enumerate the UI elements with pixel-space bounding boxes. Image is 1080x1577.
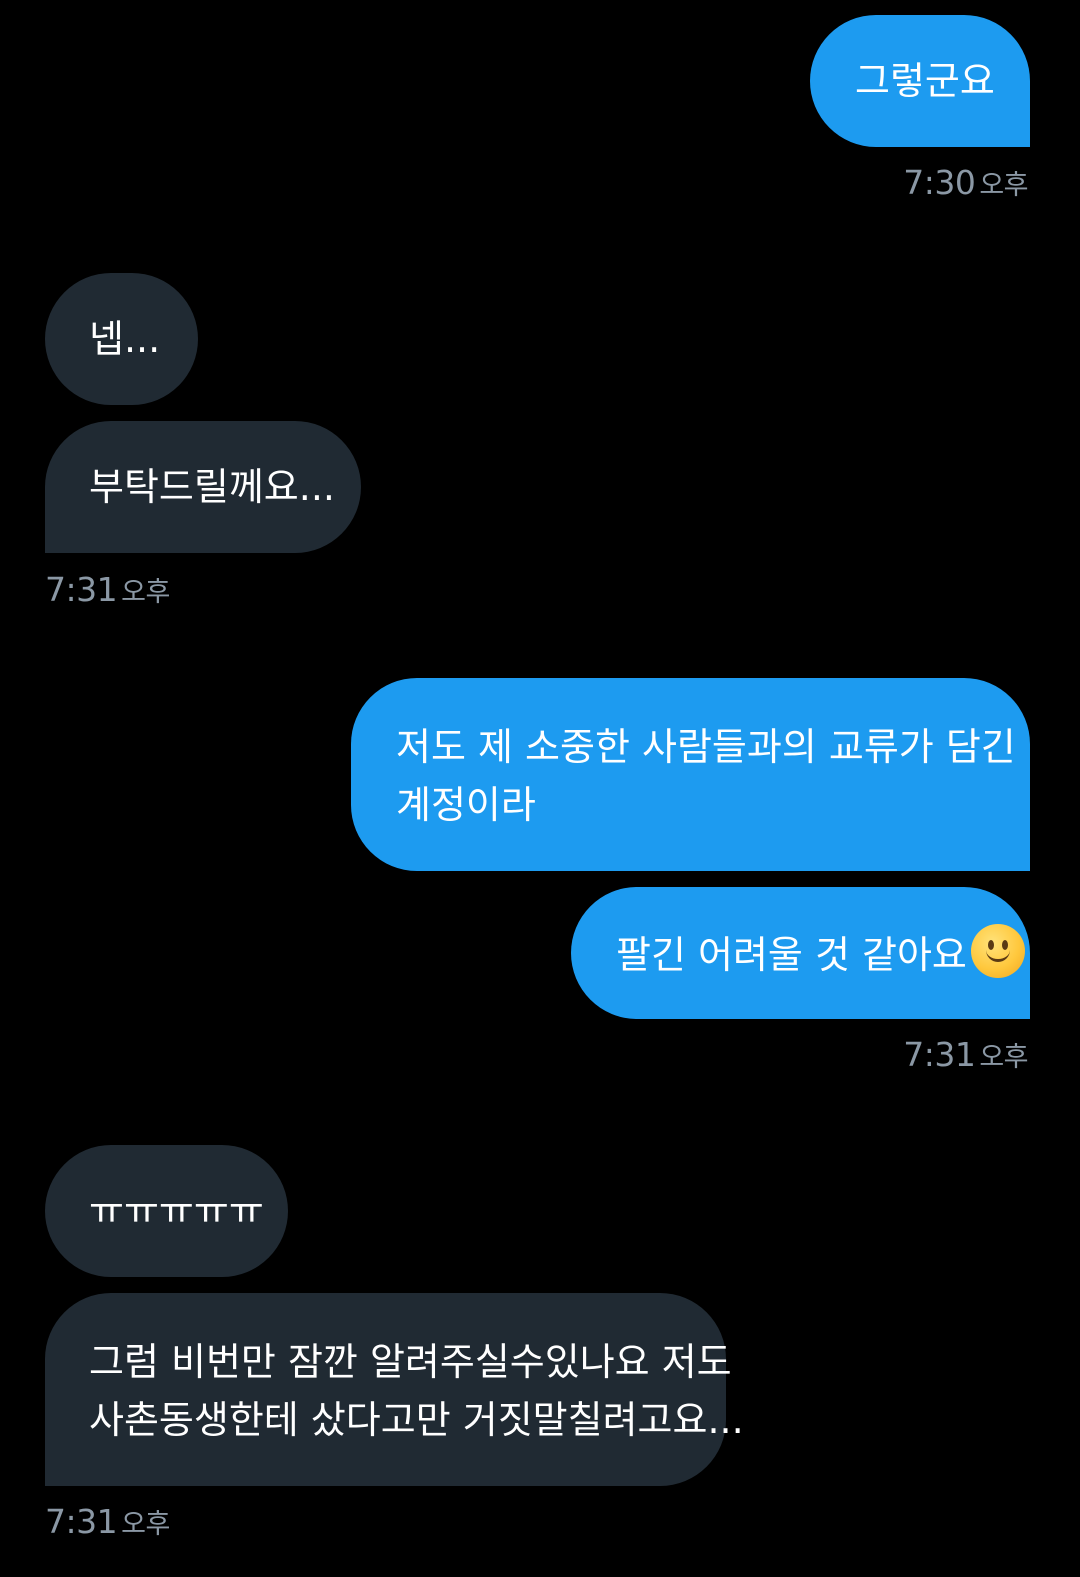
timestamp-ampm: 오후 <box>979 1042 1028 1073</box>
timestamp-time: 7:30 <box>903 163 976 202</box>
message-timestamp: 7:31 오후 <box>903 1035 1028 1074</box>
message-timestamp: 7:30 오후 <box>903 163 1028 202</box>
received-message-bubble[interactable]: 넵... <box>45 273 198 405</box>
message-text-content: 팔긴 어려울 것 같아요 <box>616 933 967 977</box>
message-timestamp: 7:31 오후 <box>45 1502 170 1541</box>
timestamp-ampm: 오후 <box>979 170 1028 201</box>
sent-message-bubble[interactable]: 그렇군요 <box>810 15 1030 147</box>
received-message-bubble[interactable]: 부탁드릴께요... <box>45 421 361 553</box>
message-text: 부탁드릴께요... <box>89 465 335 509</box>
sent-message-bubble[interactable]: 팔긴 어려울 것 같아요 <box>571 887 1030 1019</box>
sent-message-bubble[interactable]: 저도 제 소중한 사람들과의 교류가 담긴 계정이라 <box>351 678 1030 871</box>
message-line: 저도 제 소중한 사람들과의 교류가 담긴 <box>396 725 1016 769</box>
message-text: ㅠㅠㅠㅠㅠ <box>89 1189 264 1233</box>
timestamp-ampm: 오후 <box>121 577 170 608</box>
timestamp-time: 7:31 <box>45 1502 118 1541</box>
slightly-smiling-face-icon <box>970 924 1025 978</box>
message-text: 팔긴 어려울 것 같아요 <box>616 924 1030 984</box>
message-line: 그럼 비번만 잠깐 알려주실수있나요 저도 <box>89 1340 732 1384</box>
message-text: 넵... <box>89 317 161 361</box>
received-message-bubble[interactable]: ㅠㅠㅠㅠㅠ <box>45 1145 288 1277</box>
timestamp-ampm: 오후 <box>121 1509 170 1540</box>
received-message-bubble[interactable]: 그럼 비번만 잠깐 알려주실수있나요 저도 사촌동생한테 샀다고만 거짓말칠려고… <box>45 1293 744 1486</box>
message-line: 사촌동생한테 샀다고만 거짓말칠려고요... <box>89 1398 744 1442</box>
message-text: 그렇군요 <box>855 59 995 103</box>
timestamp-time: 7:31 <box>903 1035 976 1074</box>
message-timestamp: 7:31 오후 <box>45 570 170 609</box>
timestamp-time: 7:31 <box>45 570 118 609</box>
message-line: 계정이라 <box>396 783 536 827</box>
